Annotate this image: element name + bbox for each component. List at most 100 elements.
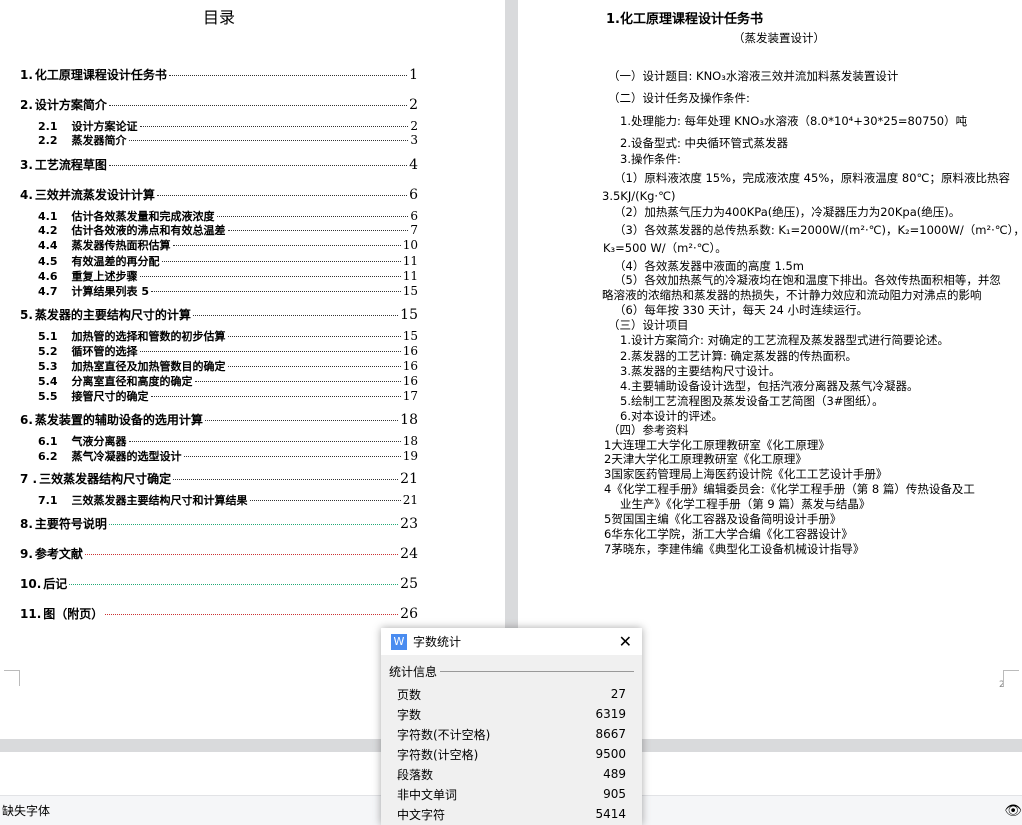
toc-title: 目录 bbox=[203, 8, 236, 27]
toc-entry-label: 蒸发器传热面积估算 bbox=[71, 239, 171, 252]
toc-entry[interactable]: 2. 设计方案简介 2 bbox=[20, 96, 418, 113]
stat-row: 非中文单词 905 bbox=[381, 784, 642, 804]
toc-entry-page: 24 bbox=[400, 546, 418, 562]
missing-fonts-button[interactable]: 缺失字体 bbox=[2, 802, 50, 819]
toc-entry-number: 2. bbox=[20, 98, 33, 112]
wps-writer-icon: W bbox=[391, 633, 407, 650]
text-line: 略溶液的浓缩热和蒸发器的热损失，不计静力效应和流动阻力对沸点的影响 bbox=[602, 288, 982, 302]
stat-label: 字符数(计空格) bbox=[397, 747, 479, 762]
eye-protection-icon[interactable]: 👁 bbox=[1004, 803, 1022, 819]
toc-entry-label: 蒸气冷凝器的选型设计 bbox=[71, 450, 182, 463]
toc-entry-number: 6. bbox=[20, 413, 33, 427]
toc-entry[interactable]: 10. 后记 25 bbox=[20, 575, 418, 592]
toc-entry-label: 设计方案简介 bbox=[34, 98, 107, 112]
toc-entry-number: 3. bbox=[20, 158, 33, 172]
toc-entry[interactable]: 5.1 加热管的选择和管数的初步估算 15 bbox=[38, 328, 418, 344]
stat-label: 字符数(不计空格) bbox=[397, 727, 491, 742]
toc-entry-page: 7 bbox=[410, 223, 418, 237]
toc-entry[interactable]: 4.4 蒸发器传热面积估算 10 bbox=[38, 237, 418, 253]
toc-entry-number: 5.2 bbox=[38, 345, 58, 358]
toc-entry-number: 11. bbox=[20, 607, 42, 621]
stats-list: 页数 27 字数 6319 字符数(不计空格) 8667 字符数(计空格) 9500 段落数 48… bbox=[381, 684, 642, 824]
text-line: （6）每年按 330 天计，每天 24 小时连续运行。 bbox=[614, 303, 869, 317]
toc-leader bbox=[249, 500, 401, 501]
toc-leader bbox=[192, 315, 399, 316]
toc-entry-number: 4.4 bbox=[38, 239, 58, 252]
toc-entry-label: 接管尺寸的确定 bbox=[71, 390, 149, 403]
toc-leader bbox=[172, 245, 401, 246]
toc-entry[interactable]: 1. 化工原理课程设计任务书 1 bbox=[20, 66, 418, 83]
toc-entry[interactable]: 8. 主要符号说明 23 bbox=[20, 515, 418, 532]
toc-entry-page: 6 bbox=[410, 209, 418, 223]
toc-entry[interactable]: 4. 三效并流蒸发设计计算 6 bbox=[20, 186, 418, 203]
toc-entry-page: 16 bbox=[402, 374, 418, 388]
toc-entry[interactable]: 4.7 计算结果列表 5 15 bbox=[38, 283, 418, 299]
toc-entry-number: 7.1 bbox=[38, 494, 58, 507]
toc-entry-label: 计算结果列表 5 bbox=[71, 285, 149, 298]
page-corner-mark bbox=[4, 670, 20, 686]
toc-entry-number: 5.1 bbox=[38, 330, 58, 343]
toc-entry-page: 19 bbox=[402, 449, 418, 463]
text-line: 2.蒸发器的工艺计算: 确定蒸发器的传热面积。 bbox=[620, 349, 857, 363]
toc-entry-label: 图（附页） bbox=[43, 607, 104, 621]
toc-leader bbox=[139, 351, 401, 352]
toc-entry-label: 重复上述步骤 bbox=[71, 270, 138, 283]
stats-group-header: 统计信息 bbox=[381, 655, 642, 684]
stat-row: 段落数 489 bbox=[381, 764, 642, 784]
toc-entry[interactable]: 2.2 蒸发器简介 3 bbox=[38, 132, 418, 148]
toc-entry[interactable]: 5.2 循环管的选择 16 bbox=[38, 343, 418, 359]
stat-label: 字数 bbox=[397, 707, 422, 722]
stat-row: 中文字符 5414 bbox=[381, 804, 642, 824]
toc-entry-label: 化工原理课程设计任务书 bbox=[34, 68, 167, 82]
toc-entry-number: 6.2 bbox=[38, 450, 58, 463]
stats-group-label: 统计信息 bbox=[389, 665, 438, 679]
text-line: （四）参考资料 bbox=[608, 423, 689, 437]
page-corner-mark bbox=[1003, 670, 1019, 686]
toc-leader bbox=[150, 291, 401, 292]
toc-entry[interactable]: 4.5 有效温差的再分配 11 bbox=[38, 253, 418, 269]
toc-entry-page: 17 bbox=[402, 389, 418, 403]
toc-entry-number: 6.1 bbox=[38, 435, 58, 448]
toc-entry-page: 15 bbox=[402, 284, 418, 298]
toc-leader bbox=[139, 126, 409, 127]
toc-entry[interactable]: 5. 蒸发器的主要结构尺寸的计算 15 bbox=[20, 306, 418, 323]
toc-leader bbox=[108, 165, 408, 166]
toc-entry[interactable]: 5.4 分离室直径和高度的确定 16 bbox=[38, 373, 418, 389]
toc-entry[interactable]: 6. 蒸发装置的辅助设备的选用计算 18 bbox=[20, 411, 418, 428]
toc-leader bbox=[227, 230, 409, 231]
toc-leader bbox=[108, 105, 408, 106]
toc-entry[interactable]: 7.1 三效蒸发器主要结构尺寸和计算结果 21 bbox=[38, 492, 418, 508]
toc-entry[interactable]: 6.2 蒸气冷凝器的选型设计 19 bbox=[38, 448, 418, 464]
toc-entry-number: 1. bbox=[20, 68, 33, 82]
text-line: 4.主要辅助设备设计选型，包括汽液分离器及蒸气冷凝器。 bbox=[620, 379, 919, 393]
toc-entry-label: 后记 bbox=[43, 577, 68, 591]
toc-leader bbox=[139, 276, 401, 277]
toc-entry[interactable]: 3. 工艺流程草图 4 bbox=[20, 156, 418, 173]
text-line: 1.处理能力: 每年处理 KNO₃水溶液（8.0*10⁴+30*25=80750… bbox=[620, 114, 968, 128]
toc-entry[interactable]: 4.2 估计各效液的沸点和有效总温差 7 bbox=[38, 222, 418, 238]
stat-row: 字符数(不计空格) 8667 bbox=[381, 724, 642, 744]
toc-entry-number: 5.5 bbox=[38, 390, 58, 403]
word-count-dialog: W 字数统计 ✕ 统计信息 页数 27 字数 6319 字符数(不计空格) 8667 字符数… bbox=[381, 628, 642, 825]
toc-entry[interactable]: 6.1 气液分离器 18 bbox=[38, 433, 418, 449]
stat-value: 9500 bbox=[595, 747, 626, 761]
toc-entry-number: 4.5 bbox=[38, 255, 58, 268]
text-line: 7茅晓东，李建伟编《典型化工设备机械设计指导》 bbox=[604, 542, 865, 556]
toc-leader bbox=[108, 524, 399, 525]
toc-entry[interactable]: 11. 图（附页） 26 bbox=[20, 605, 418, 622]
toc-entry-page: 6 bbox=[409, 187, 418, 203]
text-line: 1.设计方案简介: 对确定的工艺流程及蒸发器型式进行简要论述。 bbox=[620, 333, 949, 347]
stat-label: 页数 bbox=[397, 687, 422, 702]
toc-leader bbox=[194, 381, 401, 382]
toc-leader bbox=[84, 554, 399, 555]
stat-row: 页数 27 bbox=[381, 684, 642, 704]
toc-entry[interactable]: 5.5 接管尺寸的确定 17 bbox=[38, 388, 418, 404]
toc-entry-label: 估计各效液的沸点和有效总温差 bbox=[71, 224, 226, 237]
close-icon[interactable]: ✕ bbox=[619, 632, 632, 651]
toc-entry[interactable]: 4.6 重复上述步骤 11 bbox=[38, 268, 418, 284]
toc-entry-number: 8. bbox=[20, 517, 33, 531]
toc-entry[interactable]: 5.3 加热室直径及加热管数目的确定 16 bbox=[38, 358, 418, 374]
toc-entry[interactable]: 7 . 三效蒸发器结构尺寸确定 21 bbox=[20, 470, 418, 487]
toc-entry[interactable]: 9. 参考文献 24 bbox=[20, 545, 418, 562]
dialog-titlebar[interactable]: W 字数统计 ✕ bbox=[381, 628, 642, 655]
